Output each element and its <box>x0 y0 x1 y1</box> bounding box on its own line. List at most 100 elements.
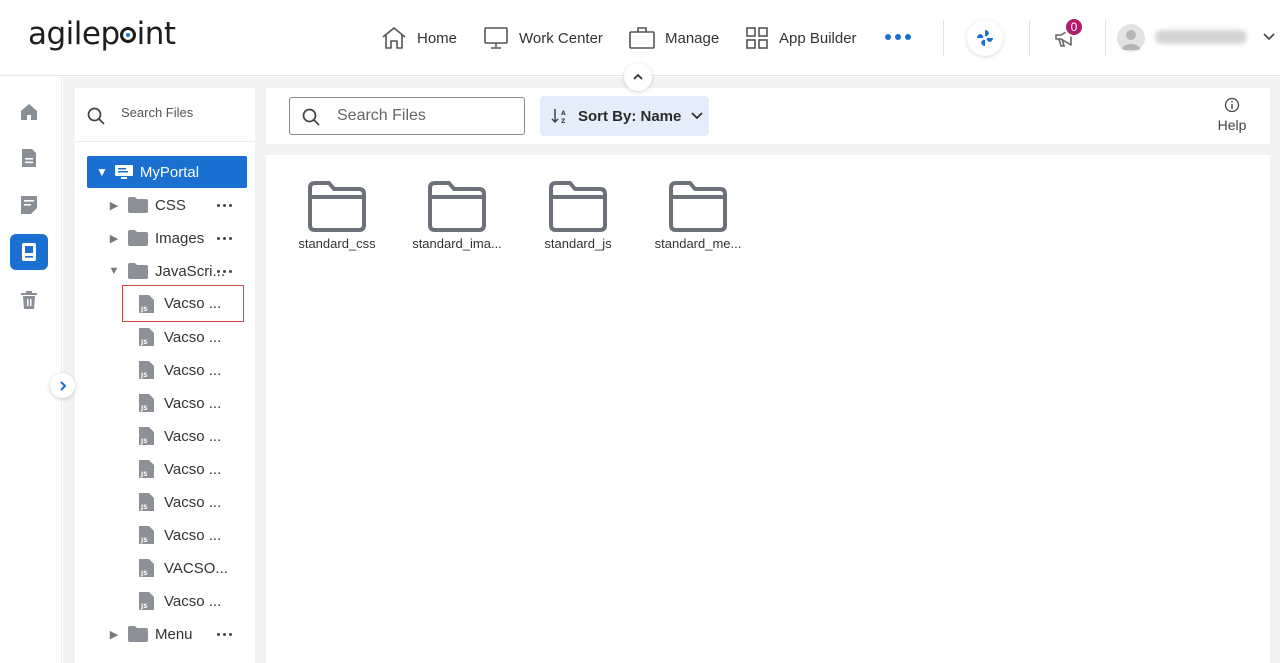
chevron-down-icon[interactable] <box>1262 30 1276 44</box>
left-icon-rail <box>0 77 62 663</box>
book-icon <box>22 243 36 261</box>
js-file-icon: JS <box>139 526 154 544</box>
file-tree-panel: ▼ MyPortal ▶ CSS ▶ Images ▼ JavaScri... … <box>75 88 255 663</box>
content-folder-label: standard_ima... <box>412 236 502 251</box>
briefcase-icon <box>629 27 655 49</box>
nav-manage-label: Manage <box>665 29 720 47</box>
content-folder-item[interactable]: standard_css <box>287 180 387 251</box>
tree-file-label: Vacso ... <box>164 460 222 478</box>
svg-text:Z: Z <box>561 118 566 125</box>
js-file-icon: JS <box>139 460 154 478</box>
tree-file-label: Vacso ... <box>164 295 222 312</box>
files-content-area: standard_css standard_ima... standard_js… <box>266 155 1270 663</box>
js-file-icon: JS <box>139 427 154 445</box>
caret-right-icon[interactable]: ▶ <box>107 628 121 641</box>
help-label: Help <box>1217 117 1247 133</box>
tree-file[interactable]: JS VACSO... <box>138 553 238 583</box>
logo-dot <box>120 27 137 43</box>
notification-badge: 0 <box>1064 17 1084 37</box>
search-files-input[interactable] <box>337 107 517 125</box>
tree-file-label: Vacso ... <box>164 361 222 379</box>
info-icon <box>1224 97 1240 113</box>
tree-folder-css[interactable]: ▶ CSS <box>107 190 247 220</box>
rail-files-active[interactable] <box>10 234 48 270</box>
pinwheel-icon <box>977 30 993 46</box>
folder-options-button[interactable] <box>217 270 232 273</box>
chevron-down-icon <box>691 112 703 120</box>
divider <box>1029 20 1030 56</box>
search-box <box>289 97 525 135</box>
content-folder-label: standard_me... <box>654 236 742 251</box>
js-file-icon: JS <box>139 361 154 379</box>
home-icon <box>21 104 37 120</box>
files-toolbar: AZ Sort By: Name Help <box>266 88 1270 144</box>
tree-folder-javascript[interactable]: ▼ JavaScri... <box>107 256 247 286</box>
tree-file[interactable]: JS Vacso ... <box>138 454 238 484</box>
tree-file-selected[interactable]: JS Vacso ... <box>122 285 244 322</box>
js-file-icon: JS <box>139 328 154 346</box>
js-file-icon: JS <box>139 394 154 412</box>
tree-file[interactable]: JS Vacso ... <box>138 487 238 517</box>
content-folder-label: standard_js <box>544 236 612 251</box>
rail-recycle-bin[interactable] <box>10 282 48 318</box>
nav-work-center[interactable]: Work Center <box>483 24 603 52</box>
content-folder-item[interactable]: standard_me... <box>648 180 748 251</box>
tree-folder-images[interactable]: ▶ Images <box>107 223 247 253</box>
tree-root-myportal[interactable]: ▼ MyPortal <box>87 156 247 188</box>
search-icon <box>302 108 320 126</box>
user-name-blurred[interactable] <box>1155 30 1247 44</box>
js-file-icon: JS <box>139 493 154 511</box>
tree-file-label: Vacso ... <box>164 592 222 610</box>
expand-rail-button[interactable] <box>50 373 75 398</box>
caret-right-icon[interactable]: ▶ <box>107 232 121 245</box>
help-button[interactable]: Help <box>1210 97 1254 133</box>
tree-search-input[interactable] <box>121 105 245 120</box>
content-folder-item[interactable]: standard_js <box>528 180 628 251</box>
tree-file[interactable]: JS Vacso ... <box>138 355 238 385</box>
nav-app-builder[interactable]: App Builder <box>745 24 857 52</box>
svg-text:JS: JS <box>140 339 148 346</box>
folder-options-button[interactable] <box>217 633 232 636</box>
agilepoint-logo[interactable]: agilep int <box>28 16 176 52</box>
expand-triangle-icon[interactable]: ▼ <box>96 165 108 179</box>
rail-documents[interactable] <box>10 140 48 176</box>
svg-text:JS: JS <box>140 372 148 379</box>
rail-notes[interactable] <box>10 187 48 223</box>
search-icon <box>87 107 105 125</box>
sort-by-button[interactable]: AZ Sort By: Name <box>540 96 709 136</box>
collapse-header-button[interactable] <box>624 63 652 91</box>
rail-home[interactable] <box>10 94 48 130</box>
user-avatar[interactable] <box>1117 24 1145 52</box>
caret-right-icon[interactable]: ▶ <box>107 199 121 212</box>
portal-monitor-icon <box>114 165 133 179</box>
tree-file[interactable]: JS Vacso ... <box>138 322 238 352</box>
js-file-icon: JS <box>139 592 154 610</box>
nav-manage[interactable]: Manage <box>629 24 719 52</box>
svg-text:JS: JS <box>140 306 148 313</box>
tree-file[interactable]: JS Vacso ... <box>138 520 238 550</box>
ai-assistant-button[interactable] <box>967 20 1003 56</box>
nav-home[interactable]: Home <box>381 24 457 52</box>
svg-text:JS: JS <box>140 570 148 577</box>
content-folder-item[interactable]: standard_ima... <box>407 180 507 251</box>
folder-options-button[interactable] <box>217 237 232 240</box>
tree-folder-label: Menu <box>155 625 193 643</box>
tree-folder-menu[interactable]: ▶ Menu <box>107 619 247 649</box>
tree-file[interactable]: JS Vacso ... <box>138 388 238 418</box>
svg-text:JS: JS <box>140 438 148 445</box>
svg-text:A: A <box>561 110 566 117</box>
svg-text:JS: JS <box>140 504 148 511</box>
folder-icon <box>128 230 148 246</box>
more-menu-button[interactable] <box>885 34 911 40</box>
nav-work-center-label: Work Center <box>519 29 603 47</box>
folder-options-button[interactable] <box>217 204 232 207</box>
tree-search <box>75 88 255 142</box>
sort-by-label: Sort By: Name <box>578 107 682 125</box>
caret-down-icon[interactable]: ▼ <box>107 265 121 277</box>
tree-folder-label: JavaScri... <box>155 262 225 280</box>
folder-outline-icon <box>308 181 366 232</box>
tree-file[interactable]: JS Vacso ... <box>138 586 238 616</box>
tree-file[interactable]: JS Vacso ... <box>138 421 238 451</box>
folder-icon <box>128 197 148 213</box>
js-file-icon: JS <box>139 559 154 577</box>
